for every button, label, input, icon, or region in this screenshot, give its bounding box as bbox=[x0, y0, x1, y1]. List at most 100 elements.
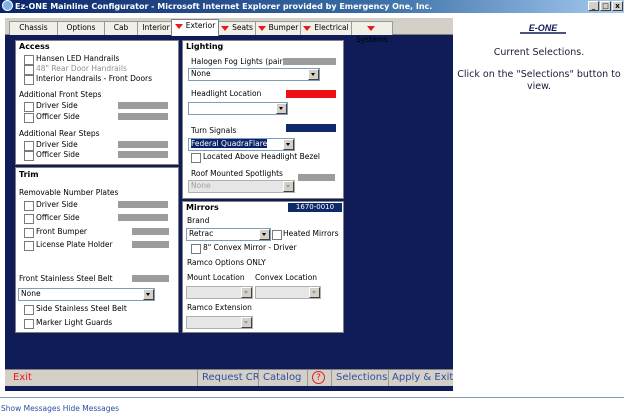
side-belt-label: Side Stainless Steel Belt bbox=[36, 304, 127, 313]
trim-heading: Trim bbox=[19, 170, 39, 179]
stainless-belt-label: Front Stainless Steel Belt bbox=[19, 274, 113, 283]
turn-signals-color-swatch bbox=[286, 124, 336, 132]
rear-door-handrails-checkbox[interactable] bbox=[24, 65, 34, 75]
warning-arrow-icon bbox=[366, 25, 375, 31]
front-bumper-label: Front Bumper bbox=[36, 227, 88, 236]
divider bbox=[388, 370, 389, 386]
tab-systems[interactable]: Systems bbox=[351, 21, 393, 44]
rear-steps-label: Additional Rear Steps bbox=[19, 129, 100, 138]
headlight-location-select[interactable] bbox=[188, 102, 288, 115]
stainless-belt-select[interactable]: None bbox=[18, 288, 155, 301]
trim-section: Trim Removable Number Plates Driver Side… bbox=[15, 167, 179, 333]
price-placeholder bbox=[118, 151, 168, 158]
rear-driver-checkbox[interactable] bbox=[24, 141, 34, 151]
convex-location-select[interactable] bbox=[255, 286, 321, 299]
lighting-section: Lighting Halogen Fog Lights (pair) None … bbox=[182, 40, 344, 199]
selections-button[interactable]: Selections bbox=[336, 372, 387, 383]
interior-handrails-label: Interior Handrails - Front Doors bbox=[36, 74, 153, 83]
dropdown-arrow-icon bbox=[308, 69, 319, 80]
mount-location-label: Mount Location bbox=[187, 273, 245, 282]
tab-electrical[interactable]: Electrical bbox=[300, 21, 352, 35]
divider bbox=[197, 370, 198, 386]
brand-label: Brand bbox=[187, 216, 210, 225]
front-driver-checkbox[interactable] bbox=[24, 102, 34, 112]
spotlights-label: Roof Mounted Spotlights bbox=[191, 169, 283, 178]
number-plates-label: Removable Number Plates bbox=[19, 188, 119, 197]
brand-select[interactable]: Retrac bbox=[186, 228, 271, 241]
hide-messages-link[interactable]: Hide Messages bbox=[63, 404, 119, 413]
dropdown-arrow-icon bbox=[283, 181, 294, 192]
divider bbox=[258, 370, 259, 386]
svg-text:E-ONE: E-ONE bbox=[529, 23, 559, 33]
catalog-button[interactable]: Catalog bbox=[263, 372, 301, 383]
dropdown-arrow-icon bbox=[276, 103, 287, 114]
warning-arrow-icon bbox=[174, 23, 183, 29]
tab-bar: Chassis Options Cab Interior Exterior Se… bbox=[5, 18, 453, 44]
show-messages-link[interactable]: Show Messages bbox=[1, 404, 60, 413]
convex-mirror-checkbox[interactable] bbox=[191, 244, 201, 254]
plate-driver-label: Driver Side bbox=[36, 200, 78, 209]
front-bumper-checkbox[interactable] bbox=[24, 228, 34, 238]
price-placeholder bbox=[298, 174, 335, 181]
price-placeholder bbox=[118, 201, 168, 208]
help-icon[interactable]: ? bbox=[312, 371, 325, 384]
price-placeholder bbox=[283, 58, 336, 65]
spotlights-select[interactable]: None bbox=[188, 180, 295, 193]
ramco-extension-label: Ramco Extension bbox=[187, 303, 252, 312]
window-title-bar: Ez-ONE Mainline Configurator - Microsoft… bbox=[0, 0, 624, 13]
dropdown-arrow-icon bbox=[241, 317, 252, 328]
marker-guards-label: Marker Light Guards bbox=[36, 318, 113, 327]
price-placeholder bbox=[118, 214, 168, 221]
ie-icon bbox=[2, 0, 13, 11]
tab-exterior[interactable]: Exterior bbox=[171, 19, 219, 36]
restore-button[interactable]: □ bbox=[600, 1, 611, 11]
above-bezel-checkbox[interactable] bbox=[191, 153, 201, 163]
tab-interior[interactable]: Interior bbox=[137, 21, 175, 35]
license-plate-checkbox[interactable] bbox=[24, 241, 34, 251]
rear-officer-checkbox[interactable] bbox=[24, 151, 34, 161]
hansen-led-checkbox[interactable] bbox=[24, 55, 34, 65]
turn-signals-label: Turn Signals bbox=[191, 126, 237, 135]
request-cr-button[interactable]: Request CR bbox=[202, 372, 260, 383]
lighting-heading: Lighting bbox=[186, 42, 224, 51]
mount-location-select[interactable] bbox=[186, 286, 253, 299]
turn-signals-select[interactable]: Federal QuadraFlare bbox=[188, 138, 295, 151]
front-steps-label: Additional Front Steps bbox=[19, 90, 102, 99]
tab-chassis[interactable]: Chassis bbox=[9, 21, 58, 35]
heated-mirrors-checkbox[interactable] bbox=[272, 230, 282, 240]
close-button[interactable]: x bbox=[612, 1, 623, 11]
headlight-location-label: Headlight Location bbox=[191, 89, 262, 98]
divider bbox=[307, 370, 308, 386]
tab-options[interactable]: Options bbox=[57, 21, 105, 35]
plate-officer-checkbox[interactable] bbox=[24, 214, 34, 224]
tab-seats[interactable]: Seats bbox=[218, 21, 256, 35]
interior-handrails-checkbox[interactable] bbox=[24, 75, 34, 85]
marker-guards-checkbox[interactable] bbox=[24, 319, 34, 329]
plate-officer-label: Officer Side bbox=[36, 213, 80, 222]
front-officer-checkbox[interactable] bbox=[24, 113, 34, 123]
selections-hint: Click on the "Selections" button to view… bbox=[457, 69, 621, 92]
plate-driver-checkbox[interactable] bbox=[24, 201, 34, 211]
mirrors-heading: Mirrors bbox=[186, 203, 219, 212]
window-title: Ez-ONE Mainline Configurator - Microsoft… bbox=[15, 2, 433, 11]
minimize-button[interactable]: _ bbox=[588, 1, 599, 11]
convex-location-label: Convex Location bbox=[255, 273, 318, 282]
above-bezel-label: Located Above Headlight Bezel bbox=[203, 152, 320, 161]
fog-lights-select[interactable]: None bbox=[188, 68, 320, 81]
hansen-led-label: Hansen LED Handrails bbox=[36, 54, 120, 63]
dropdown-arrow-icon bbox=[309, 287, 320, 298]
exit-button[interactable]: Exit bbox=[13, 372, 32, 383]
tab-cab[interactable]: Cab bbox=[104, 21, 138, 35]
convex-mirror-label: 8" Convex Mirror - Driver bbox=[203, 243, 297, 252]
warning-arrow-icon bbox=[303, 25, 312, 31]
warning-arrow-icon bbox=[221, 25, 230, 31]
action-bar: Exit Request CR Catalog ? Selections App… bbox=[5, 369, 453, 386]
ramco-extension-select[interactable] bbox=[186, 316, 253, 329]
front-officer-label: Officer Side bbox=[36, 112, 80, 121]
side-belt-checkbox[interactable] bbox=[24, 305, 34, 315]
apply-exit-button[interactable]: Apply & Exit bbox=[392, 372, 453, 383]
access-heading: Access bbox=[19, 42, 50, 51]
tab-bumper[interactable]: Bumper bbox=[255, 21, 301, 35]
current-selections-heading: Current Selections. bbox=[493, 47, 585, 58]
messages-links: Show Messages Hide Messages bbox=[1, 404, 119, 413]
